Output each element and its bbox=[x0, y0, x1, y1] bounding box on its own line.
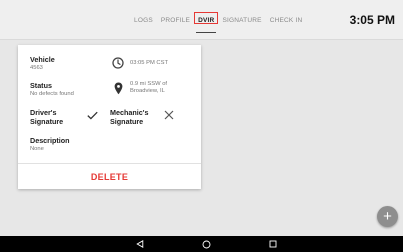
status-value: No defects found bbox=[30, 90, 74, 97]
tab-highlight bbox=[194, 12, 219, 24]
status-label: Status bbox=[30, 81, 52, 90]
recents-icon bbox=[269, 240, 277, 248]
tab-dvir[interactable]: DVIR bbox=[194, 0, 219, 40]
mechanic-signature-field: Mechanic's Signature bbox=[110, 108, 148, 126]
tab-profile-label: PROFILE bbox=[160, 16, 191, 24]
location-line2: Broadview, IL bbox=[130, 88, 165, 94]
driver-signature-field: Driver's Signature bbox=[30, 108, 64, 126]
location-field: 0.9 mi SSW of Broadview, IL bbox=[130, 81, 167, 95]
add-icon: + bbox=[383, 208, 392, 225]
navigation-bar bbox=[0, 236, 403, 252]
driver-signature-line2: Signature bbox=[30, 116, 64, 126]
tab-profile[interactable]: PROFILE bbox=[157, 0, 194, 40]
tab-check-in[interactable]: CHECK IN bbox=[266, 0, 307, 40]
tab-signature[interactable]: SIGNATURE bbox=[218, 0, 265, 40]
app-bar: LOGS PROFILE DVIR SIGNATURE CHECK IN 3:0… bbox=[0, 0, 403, 40]
vehicle-value: 4563 bbox=[30, 64, 43, 71]
status-time: 3:05 PM bbox=[349, 13, 395, 27]
home-icon bbox=[202, 240, 210, 248]
description-label: Description bbox=[30, 136, 70, 145]
tab-check-in-label: CHECK IN bbox=[269, 16, 303, 24]
status-field: Status No defects found bbox=[30, 81, 74, 98]
home-button[interactable] bbox=[199, 236, 213, 252]
close-icon bbox=[164, 110, 174, 120]
back-button[interactable] bbox=[133, 236, 147, 252]
add-button[interactable]: + bbox=[377, 206, 398, 227]
vehicle-field: Vehicle 4563 bbox=[30, 55, 55, 72]
description-field: Description None bbox=[30, 136, 70, 153]
inspection-time: 03:05 PM CST bbox=[130, 59, 169, 66]
description-value: None bbox=[30, 145, 44, 152]
mechanic-signature-line2: Signature bbox=[110, 116, 144, 126]
back-icon bbox=[136, 240, 144, 248]
location-line1: 0.9 mi SSW of bbox=[130, 81, 168, 87]
checkmark-icon bbox=[87, 111, 98, 120]
tab-logs-label: LOGS bbox=[134, 16, 153, 24]
recents-button[interactable] bbox=[266, 236, 280, 252]
tab-signature-label: SIGNATURE bbox=[222, 16, 262, 24]
tab-bar: LOGS PROFILE DVIR SIGNATURE CHECK IN bbox=[130, 0, 306, 40]
vehicle-label: Vehicle bbox=[30, 55, 55, 64]
dvir-card[interactable]: Vehicle 4563 03:05 PM CST Status No defe… bbox=[18, 45, 201, 189]
delete-button[interactable]: DELETE bbox=[18, 164, 201, 189]
location-pin-icon bbox=[114, 82, 123, 95]
tab-logs[interactable]: LOGS bbox=[130, 0, 157, 40]
clock-icon bbox=[112, 57, 124, 69]
